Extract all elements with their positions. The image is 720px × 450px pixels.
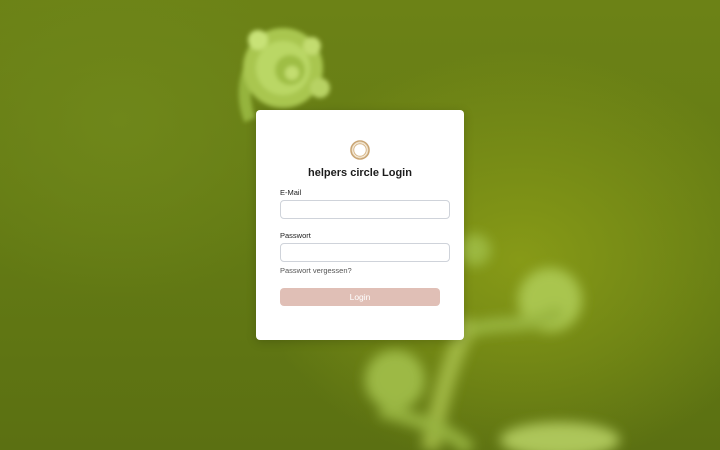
helpers-circle-logo-icon [350, 140, 370, 160]
page-title: helpers circle Login [308, 167, 412, 179]
email-label: E-Mail [280, 188, 302, 197]
forgot-password-link[interactable]: Passwort vergessen? [280, 266, 352, 275]
login-button[interactable]: Login [280, 288, 440, 306]
email-field[interactable] [280, 200, 450, 219]
password-field[interactable] [280, 243, 450, 262]
password-label: Passwort [280, 231, 311, 240]
login-card: helpers circle Login E-Mail Passwort Pas… [256, 110, 464, 340]
